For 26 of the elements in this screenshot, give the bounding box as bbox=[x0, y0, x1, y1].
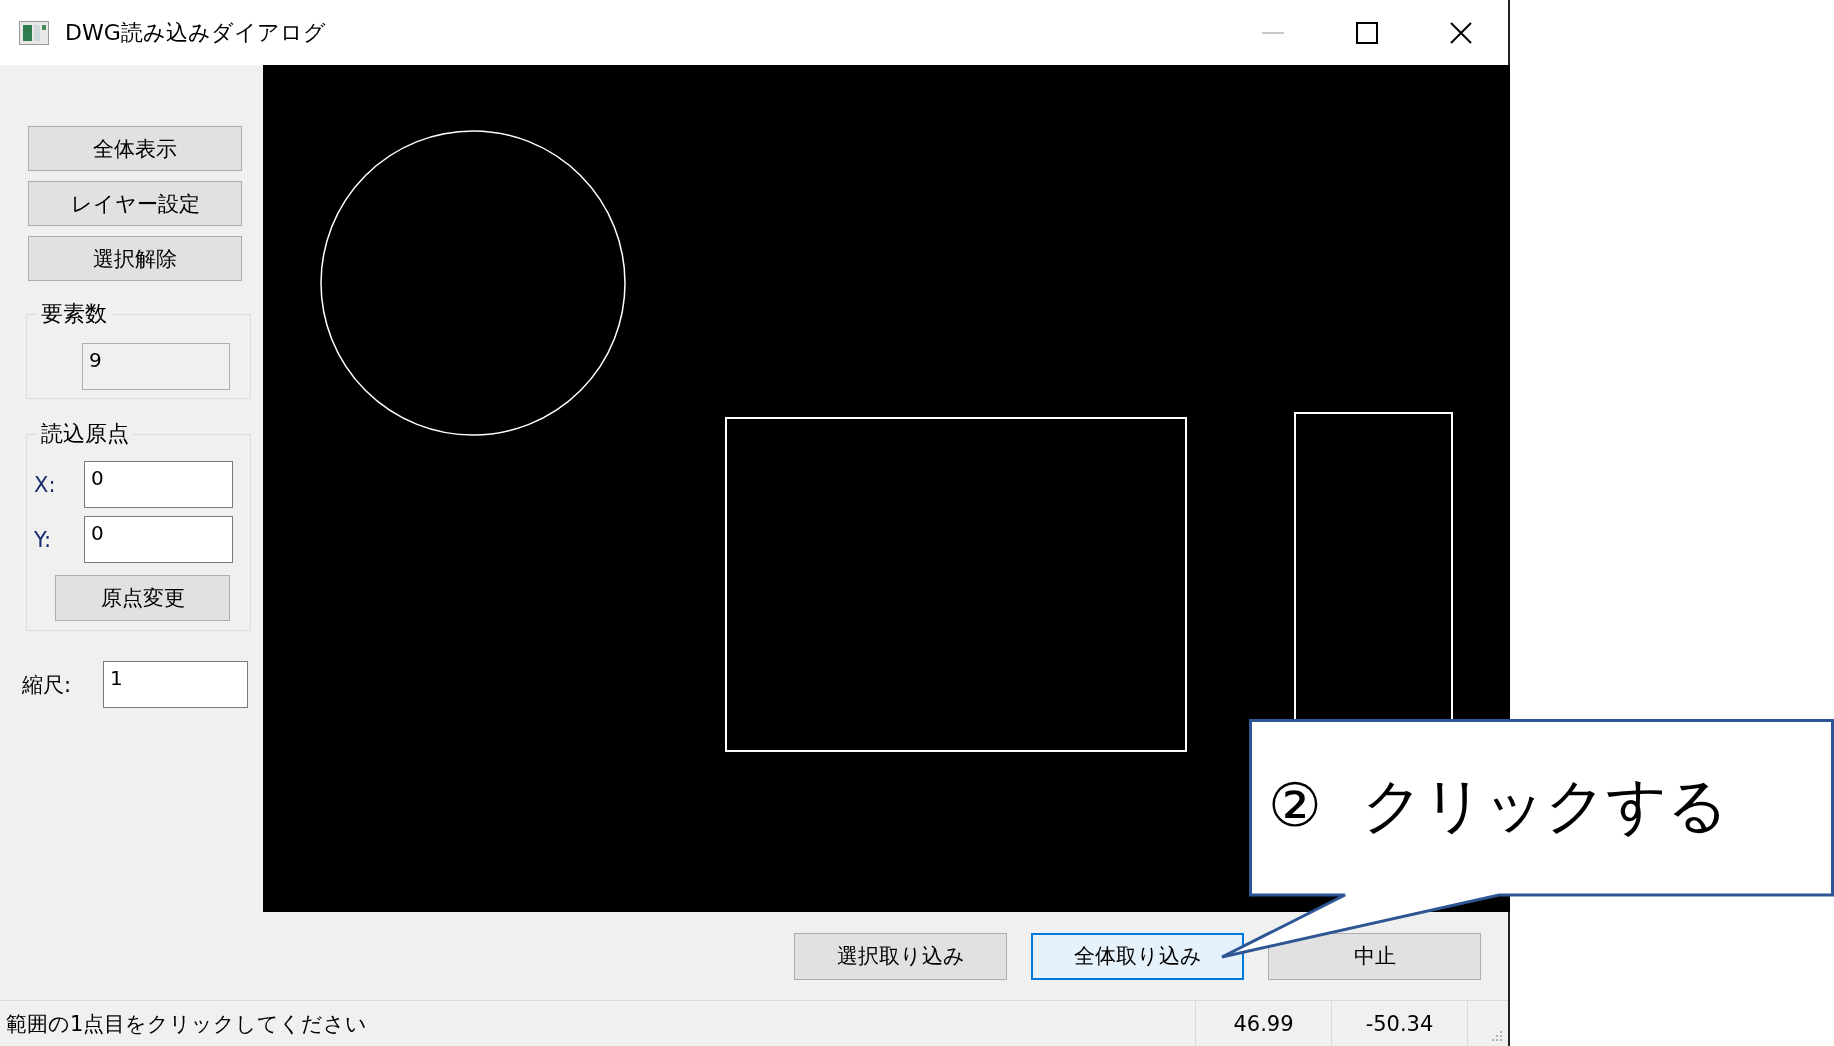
step-number: ② bbox=[1268, 775, 1322, 835]
action-button[interactable]: 選択取り込み bbox=[794, 932, 1007, 980]
group-label: 読込原点 bbox=[40, 420, 130, 448]
group-label: 要素数 bbox=[40, 300, 108, 328]
y-input[interactable]: 0 bbox=[84, 516, 233, 563]
scale-label: 縮尺: bbox=[22, 671, 73, 699]
x-label: X: bbox=[33, 472, 57, 497]
toolbar-button[interactable]: レイヤー設定 bbox=[28, 181, 242, 226]
callout-text: クリックする bbox=[1361, 775, 1728, 835]
action-button[interactable]: 中止 bbox=[1268, 932, 1481, 980]
x-input[interactable]: 0 bbox=[84, 461, 233, 508]
toolbar-button[interactable]: 選択解除 bbox=[28, 236, 242, 281]
close-icon[interactable] bbox=[1449, 20, 1473, 45]
action-button[interactable]: 全体取り込み bbox=[1031, 932, 1244, 980]
count-field: 9 bbox=[82, 343, 230, 390]
status-message: 範囲の1点目をクリックしてください bbox=[5, 1011, 369, 1038]
x-coordinate: 46.99 bbox=[1195, 1001, 1331, 1046]
y-label: Y: bbox=[33, 527, 53, 552]
maximize-icon[interactable] bbox=[1356, 21, 1378, 44]
toolbar-button[interactable]: 全体表示 bbox=[28, 126, 242, 171]
scale-input[interactable]: 1 bbox=[103, 661, 248, 708]
resize-grip-icon[interactable] bbox=[1490, 1029, 1504, 1043]
window-title: DWG読み込みダイアログ bbox=[65, 18, 327, 47]
app-icon bbox=[19, 20, 49, 45]
change-origin-button[interactable]: 原点変更 bbox=[55, 575, 230, 621]
y-coordinate: -50.34 bbox=[1331, 1001, 1467, 1046]
